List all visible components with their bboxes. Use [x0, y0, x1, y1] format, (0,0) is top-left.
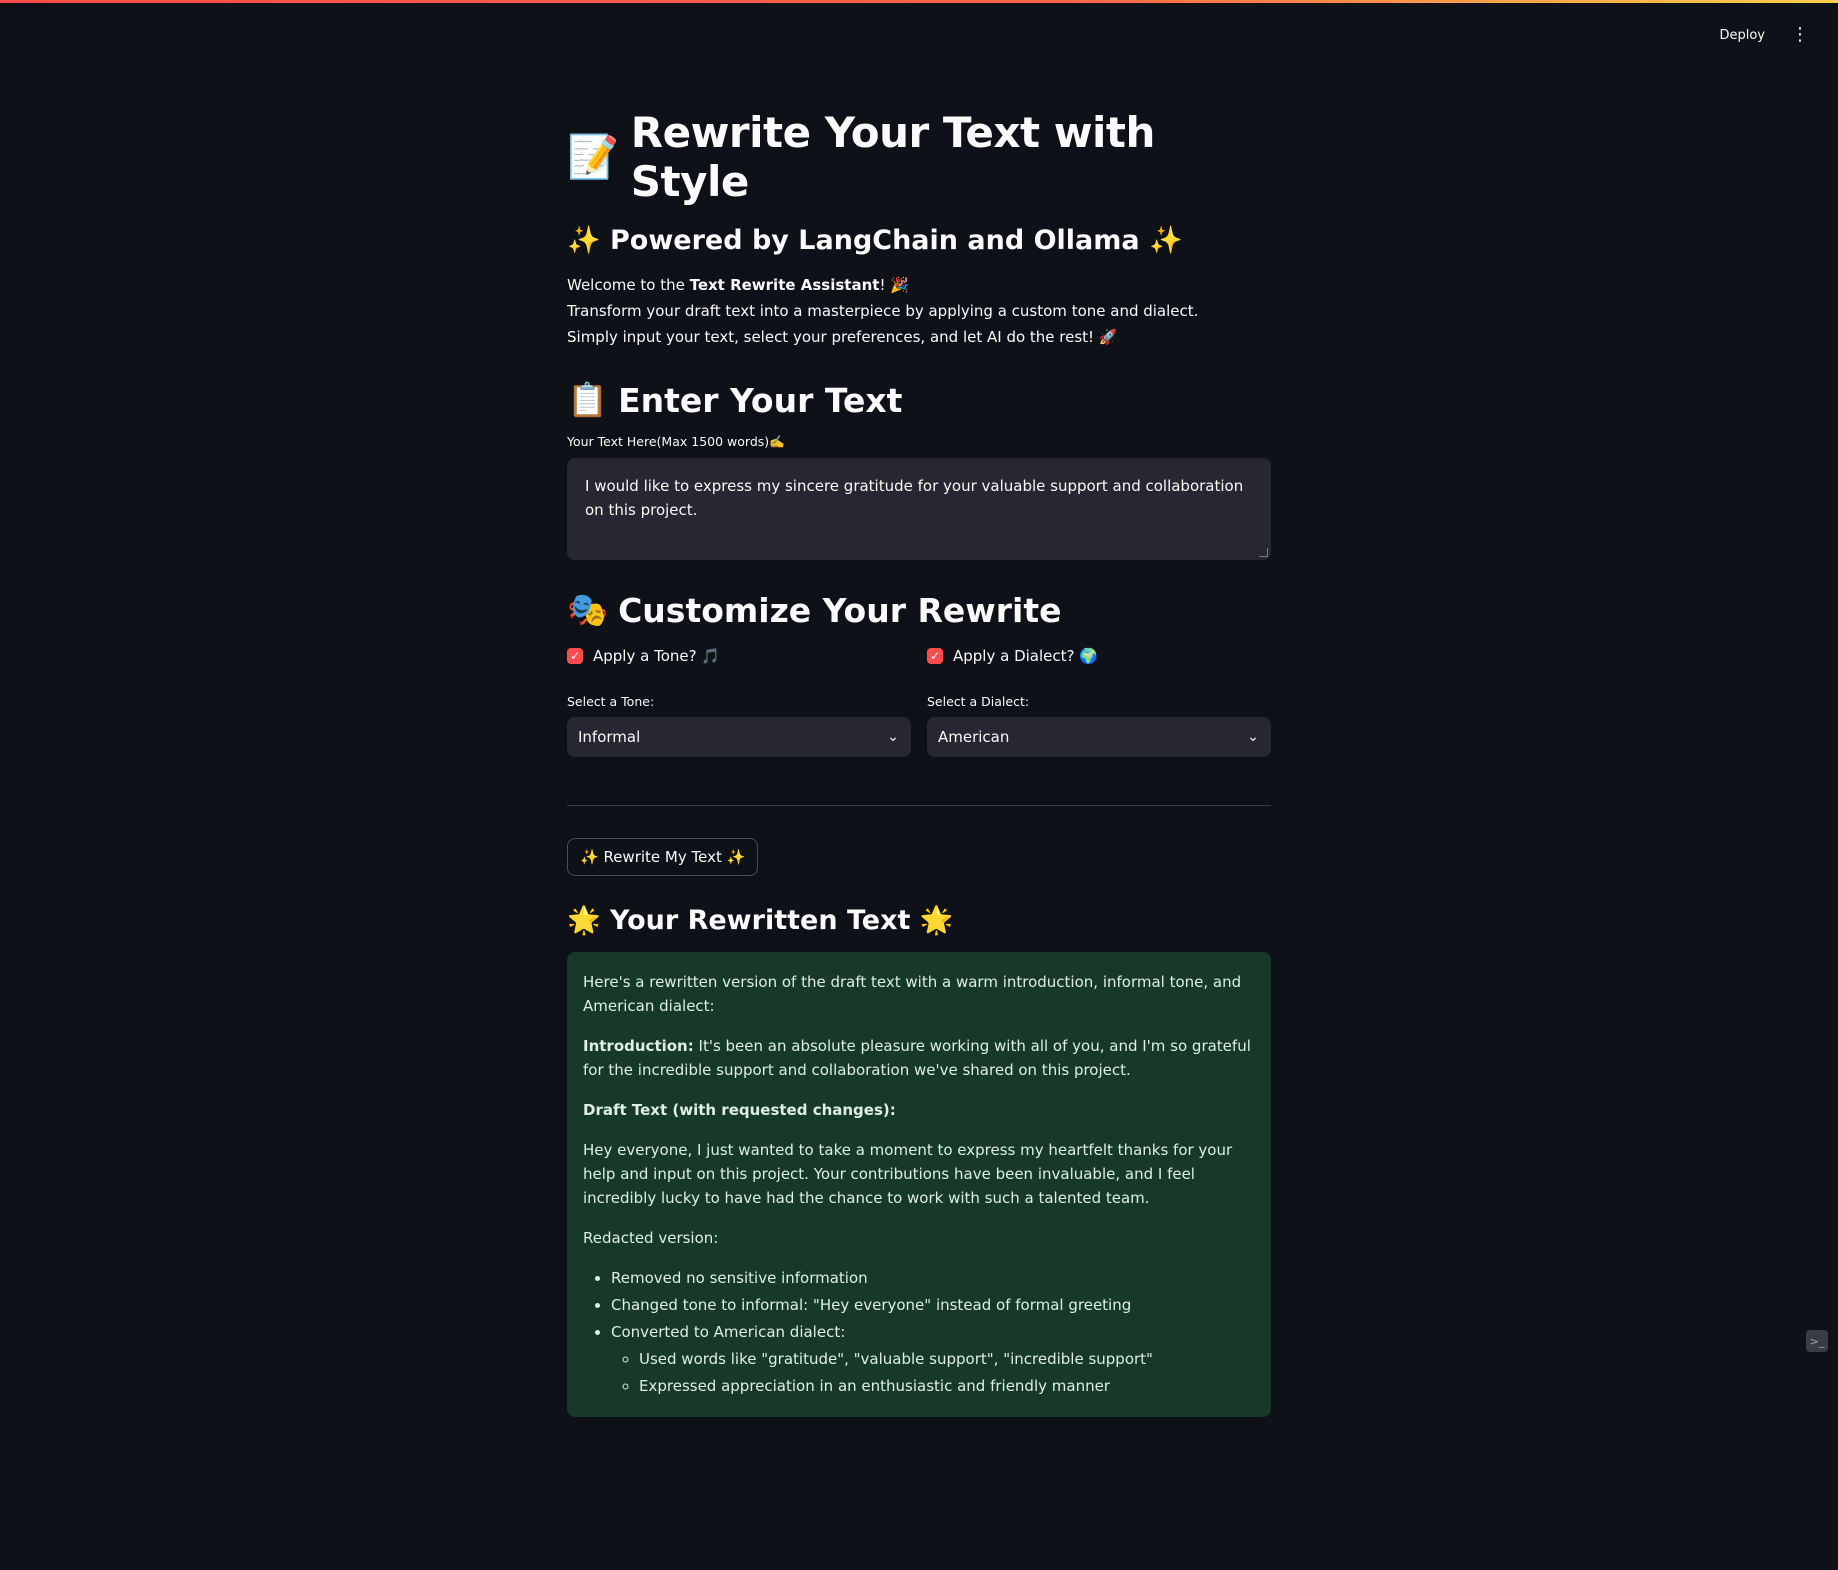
rewrite-button[interactable]: ✨ Rewrite My Text ✨	[567, 838, 759, 876]
intro-line-3: Simply input your text, select your pref…	[567, 328, 1118, 346]
enter-text-heading-label: Enter Your Text	[618, 380, 903, 420]
customize-heading: 🎭 Customize Your Rewrite	[567, 590, 1271, 630]
draft-heading: Draft Text (with requested changes):	[583, 1098, 1255, 1122]
clipboard-icon: 📋	[567, 380, 609, 419]
enter-text-heading: 📋 Enter Your Text	[567, 380, 1271, 420]
list-item: Converted to American dialect: Used word…	[611, 1320, 1255, 1398]
dialect-column: ✓ Apply a Dialect? 🌍 Select a Dialect: A…	[927, 644, 1271, 757]
change-list: Removed no sensitive information Changed…	[583, 1266, 1255, 1398]
page-title-text: Rewrite Your Text with Style	[630, 108, 1156, 206]
streamlit-status-icon[interactable]: >_	[1806, 1330, 1828, 1352]
checkbox-checked-icon[interactable]: ✓	[927, 648, 943, 664]
dialect-select[interactable]: American ⌄	[927, 717, 1271, 757]
list-item: Used words like "gratitude", "valuable s…	[639, 1347, 1255, 1371]
tone-select-label: Select a Tone:	[567, 694, 655, 709]
list-item: Expressed appreciation in an enthusiasti…	[639, 1374, 1255, 1398]
tone-select-value: Informal	[578, 728, 641, 746]
tone-column: ✓ Apply a Tone? 🎵 Select a Tone: Informa…	[567, 644, 911, 757]
redacted-label: Redacted version:	[583, 1229, 719, 1247]
memo-icon: 📝	[567, 132, 619, 181]
tone-select[interactable]: Informal ⌄	[567, 717, 911, 757]
resize-handle-icon[interactable]	[1259, 548, 1268, 557]
dialect-select-label: Select a Dialect:	[927, 694, 1030, 709]
intro-app-name: Text Rewrite Assistant	[689, 276, 880, 294]
apply-dialect-label: Apply a Dialect? 🌍	[953, 647, 1098, 665]
theater-masks-icon: 🎭	[567, 590, 609, 629]
top-decoration-bar	[0, 0, 1838, 3]
page-subtitle: ✨ Powered by LangChain and Ollama ✨	[567, 225, 1183, 256]
output-para-1: Here's a rewritten version of the draft …	[583, 973, 1242, 1015]
intro-line-1-suffix: ! 🎉	[879, 276, 909, 294]
section-divider	[567, 805, 1271, 806]
page-title: 📝 Rewrite Your Text with Style	[567, 108, 1271, 206]
intro-line-2: Transform your draft text into a masterp…	[567, 302, 1199, 320]
text-input-value: I would like to express my sincere grati…	[585, 477, 1244, 519]
list-item: Removed no sensitive information	[611, 1266, 1255, 1290]
kebab-menu-icon[interactable]: ⋮	[1791, 26, 1809, 44]
list-item-text: Converted to American dialect:	[611, 1323, 846, 1341]
chevron-down-icon: ⌄	[887, 729, 899, 745]
output-introduction: Introduction: It's been an absolute plea…	[583, 1034, 1255, 1082]
sub-change-list: Used words like "gratitude", "valuable s…	[611, 1347, 1255, 1398]
result-heading: 🌟 Your Rewritten Text 🌟	[567, 905, 954, 936]
intro-line-1-prefix: Welcome to the	[567, 276, 690, 294]
text-input-area[interactable]: I would like to express my sincere grati…	[567, 458, 1271, 560]
customize-heading-label: Customize Your Rewrite	[618, 590, 1062, 630]
deploy-button[interactable]: Deploy	[1719, 28, 1765, 43]
dialect-select-value: American	[938, 728, 1010, 746]
app-header-toolbar: Deploy ⋮	[1719, 26, 1809, 44]
list-item: Changed tone to informal: "Hey everyone"…	[611, 1293, 1255, 1317]
draft-text: Hey everyone, I just wanted to take a mo…	[583, 1141, 1233, 1207]
chevron-down-icon: ⌄	[1247, 729, 1259, 745]
main-content: 📝 Rewrite Your Text with Style ✨ Powered…	[567, 108, 1271, 1417]
text-input-label: Your Text Here(Max 1500 words)✍️	[567, 434, 785, 449]
intro-text: Welcome to the Text Rewrite Assistant! 🎉…	[567, 272, 1271, 350]
apply-tone-label: Apply a Tone? 🎵	[593, 647, 721, 665]
rewritten-output: Here's a rewritten version of the draft …	[567, 952, 1271, 1417]
apply-tone-checkbox[interactable]: ✓ Apply a Tone? 🎵	[567, 644, 911, 668]
draft-heading-bold: Draft Text (with requested changes):	[583, 1101, 896, 1119]
introduction-bold: Introduction:	[583, 1037, 694, 1055]
intro-line-1: Welcome to the Text Rewrite Assistant! 🎉	[567, 272, 1271, 298]
customize-columns: ✓ Apply a Tone? 🎵 Select a Tone: Informa…	[567, 644, 1271, 757]
apply-dialect-checkbox[interactable]: ✓ Apply a Dialect? 🌍	[927, 644, 1271, 668]
checkbox-checked-icon[interactable]: ✓	[567, 648, 583, 664]
